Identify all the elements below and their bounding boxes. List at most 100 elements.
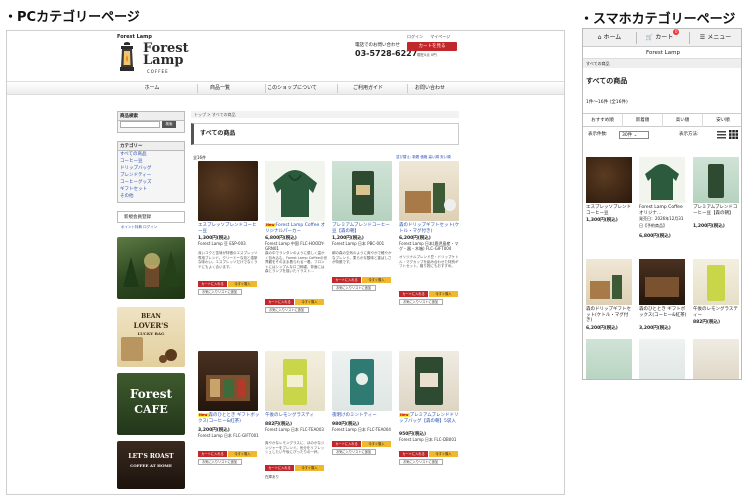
sp-product-image[interactable] (639, 339, 685, 379)
sp-product-name[interactable]: 森のドリップギフトセット(ケトル・マグ付き) (586, 307, 634, 324)
banner-forest-photo[interactable] (117, 237, 185, 299)
display-method-label: 表示方法: (679, 132, 699, 137)
display-count-select[interactable]: 30件 ⌄ (619, 131, 649, 139)
buy-now-button[interactable]: 今すぐ購入 (295, 465, 324, 471)
product-name[interactable]: Newプレミアムブレンドドリップバッグ【森の朝】5袋入 (399, 413, 461, 424)
product-image[interactable] (332, 161, 392, 221)
sp-product-card[interactable]: プレミアムブレンドコーヒー豆【森の朝】 1,200円(税込) (693, 157, 741, 237)
sort-price-high[interactable]: 高い順 (663, 114, 703, 127)
sp-product-image[interactable] (586, 157, 632, 203)
add-to-cart-button[interactable]: カートに入れる (198, 281, 227, 287)
sp-product-image[interactable] (693, 157, 739, 203)
search-input[interactable] (120, 121, 160, 128)
add-to-favorites-button[interactable]: お気に入りリストに追加 (198, 459, 242, 465)
grid-view-icon[interactable] (729, 130, 738, 139)
add-to-cart-button[interactable]: カートに入れる (332, 441, 361, 447)
sp-product-card[interactable]: 森のドリップギフトセット(ケトル・マグ付き) 6,200円(税込) (586, 259, 634, 339)
sort-links[interactable]: 並び替え: 新着 価格 高い順 安い順 (396, 155, 451, 160)
product-name[interactable]: NewForest Lamp Coffee オリジナルパーカー (265, 223, 327, 234)
product-image[interactable] (198, 161, 258, 221)
sp-product-card[interactable]: エスプレッソブレンドコーヒー豆 1,300円(税込) (586, 157, 634, 237)
category-item-other[interactable]: その他 (118, 193, 184, 200)
add-to-cart-button[interactable]: カートに入れる (198, 451, 227, 457)
category-item-gift[interactable]: ギフトセット (118, 186, 184, 193)
product-name[interactable]: 夜明けのミントティー (332, 413, 394, 419)
sort-recommended[interactable]: おすすめ順 (583, 114, 623, 127)
add-to-favorites-button[interactable]: お気に入りリストに追加 (399, 459, 443, 465)
sp-product-image[interactable] (586, 259, 632, 305)
sp-product-image[interactable] (639, 259, 685, 305)
buy-now-button[interactable]: 今すぐ購入 (228, 281, 257, 287)
category-item-beans[interactable]: コーヒー豆 (118, 158, 184, 165)
category-item-drip[interactable]: ドリップバッグ (118, 165, 184, 172)
sp-tab-home[interactable]: ⌂ ホーム (583, 29, 636, 47)
product-image[interactable] (332, 351, 392, 411)
sp-product-name[interactable]: Forest Lamp Coffee オリジナ… 発売日：2026年12月31日【… (639, 205, 687, 229)
add-to-cart-button[interactable]: カートに入れる (265, 299, 294, 305)
list-view-icon[interactable] (717, 130, 726, 139)
banner-forest-cafe[interactable]: Forest CAFE (117, 373, 185, 435)
product-name[interactable]: エスプレッソブレンドコーヒー豆 (198, 223, 260, 234)
main-content: トップ > すべての商品 すべての商品 全16件 並び替え: 新着 価格 高い順… (191, 111, 463, 494)
login-link[interactable]: ログイン (407, 34, 423, 39)
product-name[interactable]: プレミアムブレンドコーヒー豆【森の朝】 (332, 223, 394, 234)
product-image[interactable] (265, 351, 325, 411)
product-image[interactable] (399, 351, 459, 411)
sp-product-image[interactable] (693, 259, 739, 305)
add-to-favorites-button[interactable]: お気に入りリストに追加 (198, 289, 242, 295)
sp-product-image[interactable] (639, 157, 685, 203)
buy-now-button[interactable]: 今すぐ購入 (429, 291, 458, 297)
member-links[interactable]: ポイント特典 ログイン (121, 225, 157, 230)
sp-product-name[interactable]: 森のひととき ギフトボックス(コーヒー&紅茶) (639, 307, 687, 318)
store-logo[interactable]: Forest Lamp COFFEE (117, 41, 197, 77)
category-item-goods[interactable]: コーヒーグッズ (118, 179, 184, 186)
add-to-cart-button[interactable]: カートに入れる (399, 291, 428, 297)
sp-store-name[interactable]: Forest Lamp (583, 47, 741, 59)
product-name[interactable]: New森のひととき ギフトボックス(コーヒー&紅茶) (198, 413, 260, 424)
buy-now-button[interactable]: 今すぐ購入 (362, 441, 391, 447)
add-to-cart-button[interactable]: カートに入れる (265, 465, 294, 471)
sp-product-image[interactable] (693, 339, 739, 379)
product-name[interactable]: 午後のレモングラスティ (265, 413, 327, 419)
sort-newest[interactable]: 新着順 (623, 114, 663, 127)
nav-contact[interactable]: お問い合わせ (385, 82, 475, 95)
add-to-favorites-button[interactable]: お気に入りリストに追加 (332, 285, 376, 291)
breadcrumb[interactable]: トップ > すべての商品 (191, 111, 459, 118)
sp-product-image[interactable] (586, 339, 632, 379)
sp-product-card[interactable]: Forest Lamp Coffee オリジナ… 発売日：2026年12月31日【… (639, 157, 687, 247)
banner-lets-roast[interactable]: LET'S ROAST COFFEE AT HOME (117, 441, 185, 489)
sp-product-card[interactable]: 森のひととき ギフトボックス(コーヒー&紅茶) 3,200円(税込) (639, 259, 687, 339)
add-to-cart-button[interactable]: カートに入れる (332, 277, 361, 283)
sort-price-low[interactable]: 安い順 (703, 114, 741, 127)
sp-product-name[interactable]: プレミアムブレンドコーヒー豆【森の朝】 (693, 205, 741, 216)
banner-bean-lucky-bag[interactable]: BEAN LOVER'S LUCKY BAG (117, 307, 185, 367)
sp-product-card[interactable]: 午後のレモングラスティー 882円(税込) (693, 259, 741, 339)
sp-breadcrumb[interactable]: すべての商品 (583, 59, 741, 68)
product-image[interactable] (265, 161, 325, 221)
add-to-favorites-button[interactable]: お気に入りリストに追加 (265, 307, 309, 313)
sp-tab-cart[interactable]: 🛒 カート0 (636, 29, 689, 47)
product-image[interactable] (198, 351, 258, 411)
buy-now-button[interactable]: 今すぐ購入 (228, 451, 257, 457)
category-item-tea[interactable]: ブレンドティー (118, 172, 184, 179)
register-member-button[interactable]: 新規会員登録 (117, 211, 185, 223)
sp-product-name[interactable]: エスプレッソブレンドコーヒー豆 (586, 205, 634, 216)
add-to-cart-button[interactable]: カートに入れる (399, 451, 428, 457)
sp-product-name[interactable]: 午後のレモングラスティー (693, 307, 741, 318)
add-to-favorites-button[interactable]: お気に入りリストに追加 (399, 299, 443, 305)
add-to-favorites-button[interactable]: お気に入りリストに追加 (332, 449, 376, 455)
buy-now-button[interactable]: 今すぐ購入 (295, 299, 324, 305)
sp-product-card[interactable] (586, 339, 634, 379)
buy-now-button[interactable]: 今すぐ購入 (362, 277, 391, 283)
sp-product-card[interactable] (693, 339, 741, 379)
category-item-all[interactable]: すべての商品 (118, 151, 184, 158)
product-card: 午後のレモングラスティ 882円(税込) Forest Lamp 日本 FLC-… (265, 351, 329, 491)
product-name[interactable]: 森のドリップギフトセット(ケトル・マグ付き) (399, 223, 461, 234)
product-image[interactable] (399, 161, 459, 221)
search-button[interactable]: 検索 (162, 121, 176, 128)
sp-tab-menu[interactable]: ☰ メニュー (689, 29, 741, 47)
view-cart-button[interactable]: カートを見る (407, 42, 457, 51)
mypage-link[interactable]: マイページ (430, 34, 450, 39)
buy-now-button[interactable]: 今すぐ購入 (429, 451, 458, 457)
sp-product-card[interactable] (639, 339, 687, 379)
